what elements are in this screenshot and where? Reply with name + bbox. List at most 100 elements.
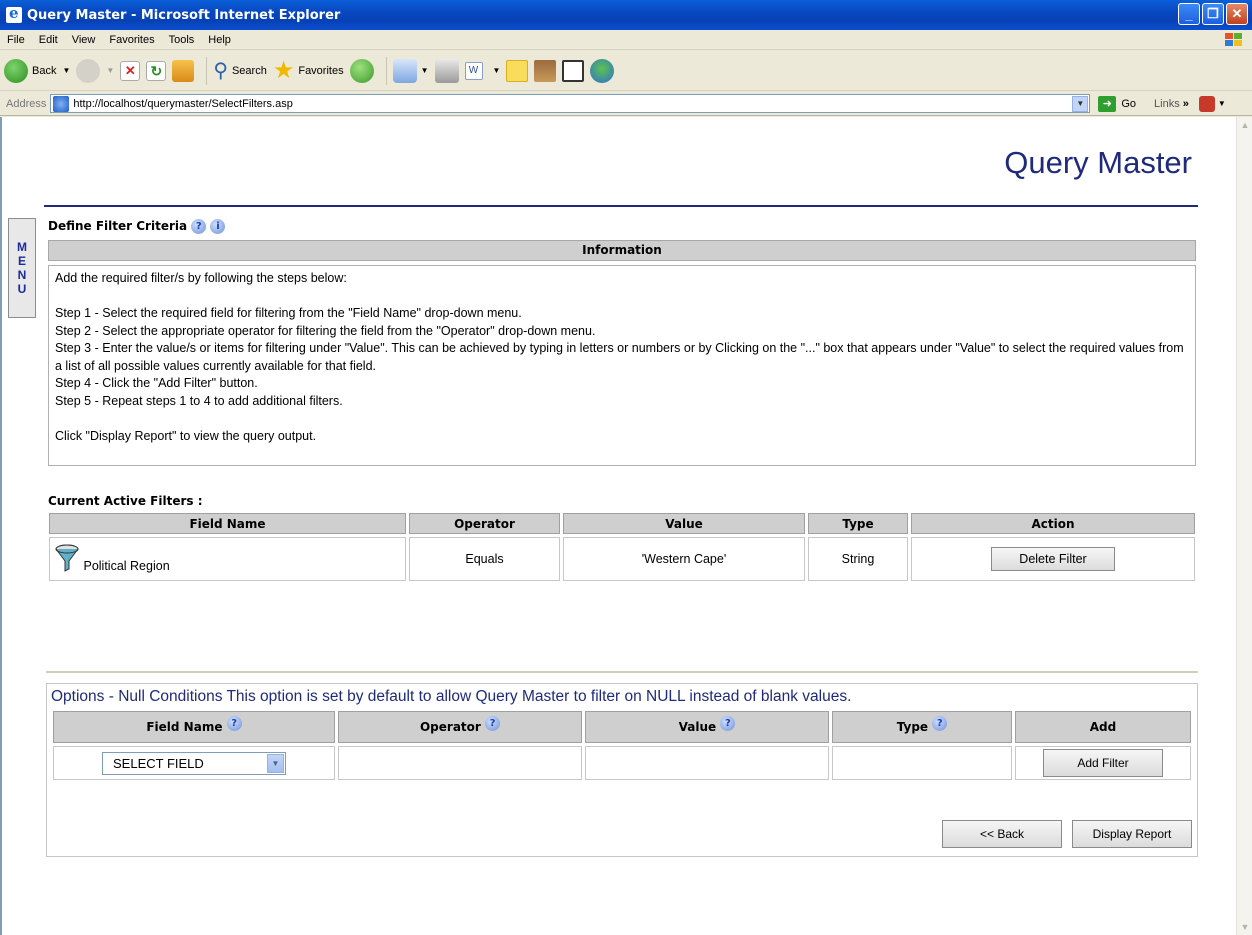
diamond-window-icon [562,59,585,82]
address-dropdown-icon[interactable]: ▼ [1072,95,1089,112]
define-filter-title: Define Filter Criteria ? i [48,219,226,234]
field-select-cell: SELECT FIELD ▼ [53,746,335,780]
address-bar: Address http://localhost/querymaster/Sel… [0,92,1252,116]
window-titlebar: Query Master - Microsoft Internet Explor… [0,0,1252,30]
close-button[interactable]: ✕ [1226,3,1248,25]
toolbar-addon-icon[interactable] [1198,95,1215,112]
address-input[interactable]: http://localhost/querymaster/SelectFilte… [50,94,1091,113]
options-title: Options - Null Conditions This option is… [51,688,852,705]
vertical-scrollbar[interactable]: ▲ ▼ [1236,117,1252,935]
info-line: Step 4 - Click the "Add Filter" button. [55,376,258,390]
search-icon: ⚲ [213,60,228,82]
info-line [55,288,1189,306]
add-filter-table: Field Name ? Operator ? Value ? Type ? A… [50,708,1194,783]
home-button[interactable] [172,59,195,82]
home-icon [172,59,195,82]
ie-icon [6,4,22,23]
favorites-button[interactable]: ★ Favorites [272,56,344,84]
scroll-up-icon[interactable]: ▲ [1238,117,1252,133]
menu-edit[interactable]: Edit [32,34,65,46]
refresh-icon: ↻ [146,60,167,81]
help-icon[interactable]: ? [720,716,736,731]
address-label: Address [6,97,47,110]
operator-cell [338,746,582,780]
col-type: Type ? [832,711,1012,743]
type-cell: String [808,537,908,581]
mail-icon [392,58,417,83]
side-menu-tab[interactable]: M E N U [8,218,36,318]
col-field-name: Field Name ? [53,711,335,743]
restore-button[interactable]: ❐ [1202,3,1224,25]
forward-button[interactable]: ▼ [76,58,114,83]
go-button[interactable]: ➜ Go [1098,95,1136,112]
history-icon [349,58,374,83]
minimize-button[interactable]: _ [1178,3,1200,25]
toolbar-separator [385,56,387,85]
info-line: Step 1 - Select the required field for f… [55,306,522,320]
stop-button[interactable]: ✕ [120,60,141,81]
value-cell [585,746,829,780]
back-arrow-icon [4,58,28,83]
page-title: Query Master [1004,145,1192,180]
messenger-button[interactable] [590,58,615,83]
help-icon[interactable]: ? [932,716,948,731]
info-icon[interactable]: i [210,219,226,234]
back-page-button[interactable]: << Back [942,820,1062,848]
help-icon[interactable]: ? [191,219,207,234]
col-value: Value [563,513,805,534]
info-line [55,410,1189,428]
active-filters-title: Current Active Filters : [48,494,203,508]
print-button[interactable] [434,58,459,83]
help-icon[interactable]: ? [485,716,501,731]
discuss-button[interactable] [506,59,529,82]
research-button[interactable] [534,59,557,82]
info-line: Step 3 - Enter the value/s or items for … [55,341,1184,373]
col-action: Action [911,513,1195,534]
add-filter-button[interactable]: Add Filter [1043,749,1163,777]
printer-icon [434,58,459,83]
refresh-button[interactable]: ↻ [146,60,167,81]
col-field-name: Field Name [49,513,406,534]
information-box: Add the required filter/s by following t… [48,265,1196,466]
menu-file[interactable]: File [0,34,32,46]
help-icon[interactable]: ? [226,716,242,731]
address-url: http://localhost/querymaster/SelectFilte… [73,97,293,110]
menu-help[interactable]: Help [201,34,238,46]
scroll-down-icon[interactable]: ▼ [1238,919,1252,935]
options-panel: Options - Null Conditions This option is… [46,683,1198,857]
back-button[interactable]: Back ▼ [4,58,70,83]
title-rule [44,205,1198,207]
tool-button[interactable] [562,59,585,82]
table-row: Political Region Equals 'Western Cape' S… [49,537,1195,581]
menu-tools[interactable]: Tools [162,34,202,46]
menu-view[interactable]: View [65,34,103,46]
add-cell: Add Filter [1015,746,1191,780]
info-line: Click "Display Report" to view the query… [55,428,317,443]
col-type: Type [808,513,908,534]
page-icon [53,95,70,112]
messenger-icon [590,58,615,83]
filter-funnel-icon [54,543,80,576]
word-icon: W [464,61,483,80]
menu-favorites[interactable]: Favorites [102,34,161,46]
display-report-button[interactable]: Display Report [1072,820,1192,848]
window-title: Query Master - Microsoft Internet Explor… [27,7,341,23]
edit-button[interactable]: W ▼ [464,61,500,80]
research-icon [534,59,557,82]
links-button[interactable]: Links » [1154,98,1189,110]
note-icon [506,59,529,82]
table-header-row: Field Name Operator Value Type Action [49,513,1195,534]
col-operator: Operator [409,513,560,534]
menu-bar: File Edit View Favorites Tools Help [0,30,1252,50]
toolbar-separator [206,56,208,85]
go-arrow-icon: ➜ [1098,95,1117,112]
search-button[interactable]: ⚲ Search [213,58,267,83]
value-cell: 'Western Cape' [563,537,805,581]
type-cell [832,746,1012,780]
delete-filter-button[interactable]: Delete Filter [991,547,1115,571]
star-icon: ★ [272,56,295,84]
forward-arrow-icon [76,58,101,83]
history-button[interactable] [349,58,374,83]
mail-button[interactable]: ▼ [392,58,429,83]
field-name-select[interactable]: SELECT FIELD ▼ [102,751,286,775]
